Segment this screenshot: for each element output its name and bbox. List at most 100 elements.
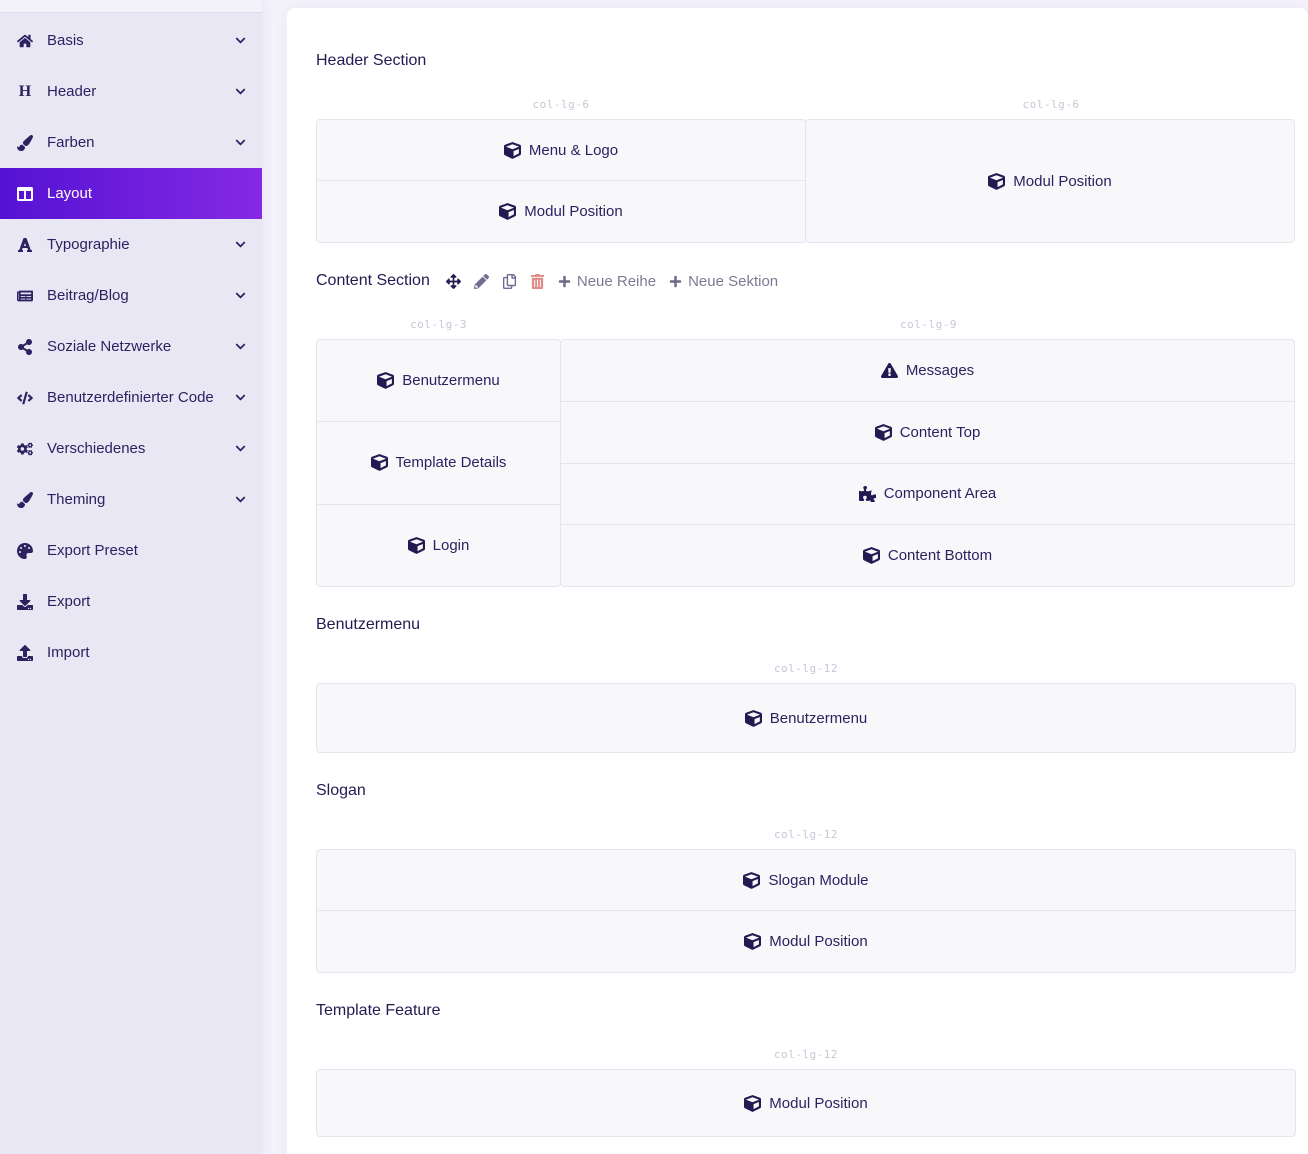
sidebar-item-soziale-netzwerke[interactable]: Soziale Netzwerke — [0, 321, 262, 372]
column-labels-row: col-lg-12 — [316, 828, 1296, 841]
module-benutzermenu[interactable]: Benutzermenu — [316, 339, 561, 422]
module-label: Modul Position — [769, 933, 867, 950]
chevron-down-icon — [235, 392, 246, 403]
module-content-bottom[interactable]: Content Bottom — [560, 525, 1295, 587]
module-label: Modul Position — [524, 203, 622, 220]
column-size-label: col-lg-12 — [316, 662, 1296, 675]
paintbrush-icon — [13, 135, 37, 151]
module-label: Slogan Module — [768, 872, 868, 889]
app: Basis H Header Farben Layout Typographie — [0, 0, 1308, 1154]
sidebar-item-label: Basis — [47, 32, 235, 49]
layout-column: Benutzermenu — [316, 683, 1296, 753]
module-label: Benutzermenu — [770, 710, 868, 727]
new-section-label: Neue Sektion — [688, 273, 778, 290]
cube-icon — [499, 203, 516, 220]
code-icon — [13, 390, 37, 406]
column-size-label: col-lg-9 — [561, 318, 1296, 331]
sidebar-item-label: Export Preset — [47, 542, 246, 559]
chevron-down-icon — [235, 341, 246, 352]
sidebar-item-export[interactable]: Export — [0, 576, 262, 627]
cube-icon — [744, 933, 761, 950]
cube-icon — [875, 424, 892, 441]
column-size-label: col-lg-6 — [316, 98, 806, 111]
module-messages[interactable]: Messages — [560, 339, 1295, 402]
cube-icon — [504, 142, 521, 159]
upload-icon — [13, 645, 37, 661]
layout-row: Benutzermenu Template Details Login — [316, 339, 1296, 587]
cube-icon — [743, 872, 760, 889]
module-modul-position[interactable]: Modul Position — [316, 911, 1296, 973]
module-component-area[interactable]: Component Area — [560, 464, 1295, 526]
module-template-details[interactable]: Template Details — [316, 422, 561, 504]
new-row-label: Neue Reihe — [577, 273, 656, 290]
sidebar-item-basis[interactable]: Basis — [0, 15, 262, 66]
cube-icon — [744, 1095, 761, 1112]
sidebar-item-label: Beitrag/Blog — [47, 287, 235, 304]
move-section-button[interactable] — [446, 274, 461, 289]
sidebar-item-beitrag-blog[interactable]: Beitrag/Blog — [0, 270, 262, 321]
section-toolbar: Neue Reihe Neue Sektion — [446, 273, 778, 290]
section-template-feature: Template Feature col-lg-12 Modul Positio… — [316, 1002, 1296, 1137]
sidebar-item-label: Layout — [47, 185, 246, 202]
sidebar-item-export-preset[interactable]: Export Preset — [0, 525, 262, 576]
module-label: Content Bottom — [888, 547, 992, 564]
module-modul-position[interactable]: Modul Position — [316, 181, 806, 243]
newspaper-icon — [13, 288, 37, 304]
sidebar-header-strip — [0, 0, 262, 13]
download-icon — [13, 594, 37, 610]
sidebar-item-label: Export — [47, 593, 246, 610]
module-login[interactable]: Login — [316, 505, 561, 587]
sidebar: Basis H Header Farben Layout Typographie — [0, 0, 262, 1154]
cube-icon — [988, 173, 1005, 190]
chevron-down-icon — [235, 35, 246, 46]
layout-column: Modul Position — [316, 1069, 1296, 1137]
module-label: Component Area — [884, 485, 997, 502]
delete-section-button[interactable] — [530, 274, 545, 289]
sidebar-item-label: Import — [47, 644, 246, 661]
section-title: Benutzermenu — [316, 616, 420, 634]
sidebar-item-label: Header — [47, 83, 235, 100]
column-labels-row: col-lg-6 col-lg-6 — [316, 98, 1296, 111]
sidebar-item-theming[interactable]: Theming — [0, 474, 262, 525]
column-labels-row: col-lg-3 col-lg-9 — [316, 318, 1296, 331]
sidebar-item-label: Typographie — [47, 236, 235, 253]
column-size-label: col-lg-12 — [316, 1048, 1296, 1061]
module-label: Template Details — [396, 454, 507, 471]
puzzle-icon — [859, 485, 876, 502]
sidebar-item-label: Farben — [47, 134, 235, 151]
section-benutzermenu: Benutzermenu col-lg-12 Benutzermenu — [316, 616, 1296, 753]
sidebar-item-import[interactable]: Import — [0, 627, 262, 678]
module-benutzermenu[interactable]: Benutzermenu — [316, 683, 1296, 753]
column-size-label: col-lg-12 — [316, 828, 1296, 841]
module-label: Content Top — [900, 424, 981, 441]
edit-section-button[interactable] — [474, 274, 489, 289]
sidebar-item-farben[interactable]: Farben — [0, 117, 262, 168]
sidebar-item-benutzerdefinierter-code[interactable]: Benutzerdefinierter Code — [0, 372, 262, 423]
sidebar-item-label: Benutzerdefinierter Code — [47, 389, 235, 406]
layout-row: Menu & Logo Modul Position Modul Positio… — [316, 119, 1296, 243]
cube-icon — [408, 537, 425, 554]
new-section-button[interactable]: Neue Sektion — [669, 273, 778, 290]
sidebar-item-label: Theming — [47, 491, 235, 508]
font-icon — [13, 237, 37, 253]
sidebar-item-layout[interactable]: Layout — [0, 168, 262, 219]
module-modul-position[interactable]: Modul Position — [805, 119, 1295, 243]
module-slogan-module[interactable]: Slogan Module — [316, 849, 1296, 911]
share-icon — [13, 339, 37, 355]
module-menu-logo[interactable]: Menu & Logo — [316, 119, 806, 181]
cube-icon — [371, 454, 388, 471]
column-size-label: col-lg-6 — [806, 98, 1296, 111]
palette-icon — [13, 543, 37, 559]
sidebar-item-typographie[interactable]: Typographie — [0, 219, 262, 270]
chevron-down-icon — [235, 86, 246, 97]
sidebar-item-header[interactable]: H Header — [0, 66, 262, 117]
main-area: Header Section col-lg-6 col-lg-6 Menu & … — [262, 0, 1308, 1154]
duplicate-section-button[interactable] — [502, 274, 517, 289]
layout-column: Benutzermenu Template Details Login — [316, 339, 561, 587]
sidebar-item-verschiedenes[interactable]: Verschiedenes — [0, 423, 262, 474]
new-row-button[interactable]: Neue Reihe — [558, 273, 656, 290]
module-modul-position[interactable]: Modul Position — [316, 1069, 1296, 1137]
module-content-top[interactable]: Content Top — [560, 402, 1295, 464]
layout-column: Menu & Logo Modul Position — [316, 119, 806, 243]
sidebar-item-label: Verschiedenes — [47, 440, 235, 457]
